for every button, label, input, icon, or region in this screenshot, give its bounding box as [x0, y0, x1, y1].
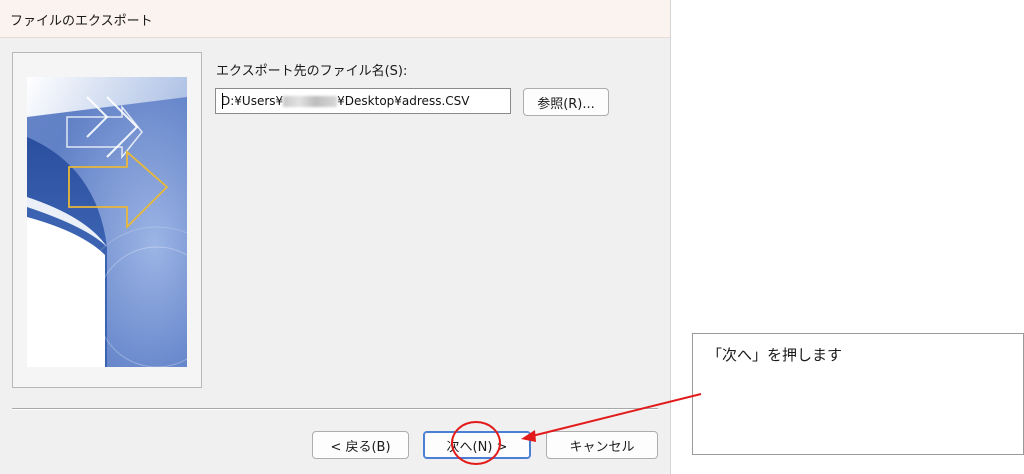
filename-label: エクスポート先のファイル名(S):: [216, 64, 408, 79]
cancel-button[interactable]: キャンセル: [546, 431, 658, 459]
path-value-tail: ¥Desktop¥adress.CSV: [337, 94, 470, 108]
export-wizard-illustration-icon: [27, 77, 187, 367]
next-button[interactable]: 次へ(N) >: [423, 431, 531, 459]
browse-button[interactable]: 参照(R)...: [523, 88, 609, 116]
callout-text: 「次へ」を押します: [707, 346, 843, 364]
export-dialog: ファイルのエクスポート エクスポート先のファイル名(S): D:¥Users¥ …: [0, 0, 671, 474]
callout-box: 「次へ」を押します: [692, 333, 1024, 455]
back-button[interactable]: < 戻る(B): [312, 431, 409, 459]
path-field[interactable]: D:¥Users¥ ¥Desktop¥adress.CSV: [215, 88, 511, 114]
dialog-title: ファイルのエクスポート: [10, 14, 153, 29]
title-bar: ファイルのエクスポート: [0, 0, 670, 38]
redacted-username: [283, 96, 338, 107]
path-value-head: D:¥Users¥: [221, 94, 284, 108]
wizard-image-frame: [12, 52, 202, 388]
separator: [12, 408, 658, 410]
text-caret: [222, 93, 223, 109]
